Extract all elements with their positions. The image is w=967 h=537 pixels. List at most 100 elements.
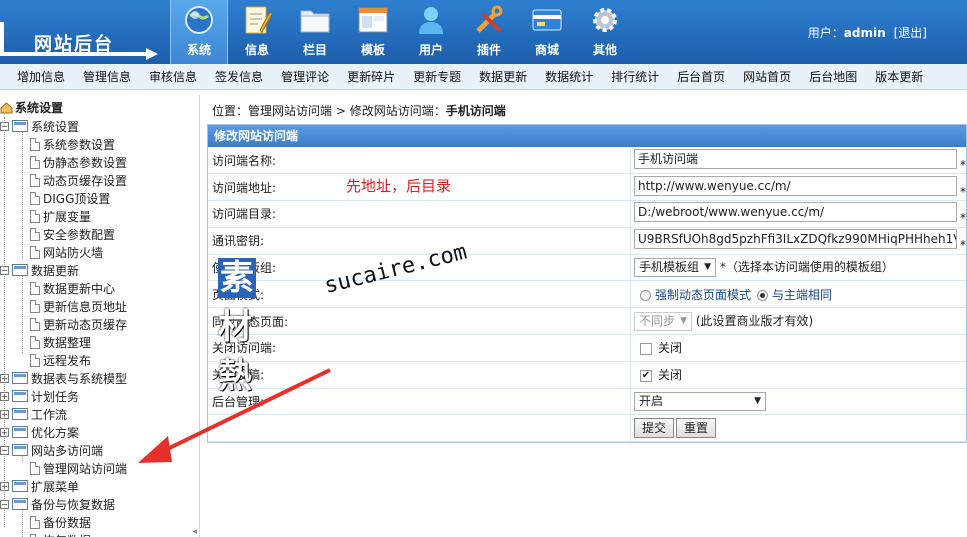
sync-static-select-value: 不同步: [639, 313, 676, 328]
subnav-admin-map[interactable]: 后台地图: [800, 68, 866, 85]
admin-manage-select-value: 开启: [639, 394, 664, 409]
radio-same-as-main-label[interactable]: 与主端相同: [772, 288, 832, 302]
subnav-version-update[interactable]: 版本更新: [866, 68, 932, 85]
sidebar-item[interactable]: + 扩展菜单: [0, 477, 79, 495]
sidebar-item[interactable]: − 数据更新: [0, 261, 79, 279]
subnav-site-home[interactable]: 网站首页: [734, 68, 800, 85]
expand-toggle-icon[interactable]: +: [0, 409, 9, 419]
sync-static-hint: (此设置商业版才有效): [695, 313, 814, 328]
folder-icon: [12, 426, 28, 438]
sidebar-item[interactable]: 数据更新中心: [30, 279, 115, 297]
breadcrumb-link[interactable]: 管理网站访问端: [248, 104, 332, 118]
sidebar-item[interactable]: − 备份与恢复数据: [0, 495, 115, 513]
url-input[interactable]: http://www.wenyue.cc/m/: [634, 175, 957, 196]
expand-toggle-icon[interactable]: +: [0, 481, 9, 491]
radio-same-as-main[interactable]: [757, 289, 769, 301]
subnav-audit-info[interactable]: 审核信息: [140, 68, 206, 85]
sidebar-item[interactable]: 恢复数据: [30, 531, 91, 537]
subnav-sign-info[interactable]: 签发信息: [206, 68, 272, 85]
form-row-url: 访问端地址: http://www.wenyue.cc/m/*: [208, 173, 966, 202]
close-access-option[interactable]: 关闭: [658, 341, 682, 355]
sidebar-item[interactable]: 系统参数设置: [30, 135, 115, 153]
name-input[interactable]: 手机访问端: [634, 148, 957, 169]
sidebar-item[interactable]: 扩展变量: [30, 207, 91, 225]
sidebar-item[interactable]: − 系统设置: [0, 117, 79, 135]
reset-button[interactable]: 重置: [676, 418, 717, 439]
sidebar-item-label: 扩展菜单: [31, 479, 80, 494]
subnav-admin-home[interactable]: 后台首页: [668, 68, 734, 85]
sidebar-item[interactable]: 数据整理: [30, 333, 91, 351]
sidebar-item[interactable]: − 网站多访问端: [0, 441, 103, 459]
scroll-arrow-icon[interactable]: ◂: [192, 527, 197, 537]
dir-input[interactable]: D:/webroot/www.wenyue.cc/m/: [634, 202, 957, 223]
sidebar-item[interactable]: + 工作流: [0, 405, 67, 423]
expand-toggle-icon[interactable]: −: [0, 499, 9, 509]
expand-toggle-icon[interactable]: −: [0, 121, 9, 131]
topnav-system[interactable]: 系统: [170, 0, 228, 64]
page-icon: [30, 281, 40, 295]
sidebar-item[interactable]: 网站防火墙: [30, 243, 103, 261]
subnav-rank-stats[interactable]: 排行统计: [602, 68, 668, 85]
page-icon: [30, 173, 40, 187]
sidebar-item-label: 优化方案: [31, 425, 80, 440]
radio-force-dynamic-label[interactable]: 强制动态页面模式: [655, 288, 751, 302]
sidebar-item[interactable]: 备份数据: [30, 513, 91, 531]
sidebar-item[interactable]: + 计划任务: [0, 387, 79, 405]
sidebar-item-label: 远程发布: [43, 353, 92, 368]
close-submit-option[interactable]: 关闭: [658, 368, 682, 382]
logo: 网站后台: [0, 10, 160, 60]
subnav-update-topic[interactable]: 更新专题: [404, 68, 470, 85]
subnav-update-fragment[interactable]: 更新碎片: [338, 68, 404, 85]
subnav-manage-info[interactable]: 管理信息: [74, 68, 140, 85]
breadcrumb-prefix: 位置：: [212, 104, 249, 118]
gear-icon: [588, 3, 622, 37]
template-select[interactable]: 手机模板组 ▼: [634, 258, 717, 278]
subnav-data-update[interactable]: 数据更新: [470, 68, 536, 85]
logout-link[interactable]: [退出]: [894, 26, 927, 40]
topnav-other[interactable]: 其他: [576, 0, 634, 64]
topnav-template[interactable]: 模板: [344, 0, 402, 64]
sync-static-select[interactable]: 不同步 ▼: [634, 311, 693, 331]
radio-force-dynamic[interactable]: [640, 289, 651, 301]
topnav-column[interactable]: 栏目: [286, 0, 344, 64]
sidebar-item-label: 扩展变量: [43, 209, 92, 224]
expand-toggle-icon[interactable]: +: [0, 391, 9, 401]
folder-icon: [12, 372, 28, 384]
sidebar-item[interactable]: 更新信息页地址: [30, 297, 127, 315]
expand-toggle-icon[interactable]: −: [0, 265, 9, 275]
sidebar-item[interactable]: 伪静态参数设置: [30, 153, 127, 171]
sidebar-item[interactable]: + 优化方案: [0, 423, 79, 441]
form-row-buttons: 提交 重置: [208, 414, 966, 443]
topnav-shop[interactable]: 商城: [518, 0, 576, 64]
topnav-info[interactable]: 信息: [228, 0, 286, 64]
expand-toggle-icon[interactable]: −: [0, 445, 9, 455]
sidebar-item[interactable]: 管理网站访问端: [30, 459, 127, 477]
sidebar-item[interactable]: 安全参数配置: [30, 225, 115, 243]
key-input[interactable]: U9BRSfUOh8gd5pzhFfi3ILxZDQfkz990MHiqPHHh…: [634, 229, 957, 250]
subnav-add-info[interactable]: 增加信息: [8, 68, 74, 85]
sidebar-item-label: 伪静态参数设置: [43, 155, 128, 170]
admin-manage-select[interactable]: 开启 ▼: [634, 392, 766, 412]
subnav-manage-comment[interactable]: 管理评论: [272, 68, 338, 85]
form-row-admin-manage: 后台管理: 开启 ▼: [208, 388, 966, 416]
subnav-data-stats[interactable]: 数据统计: [536, 68, 602, 85]
logo-arrow-head: [146, 48, 158, 60]
top-nav: 系统 信息 栏目 模板 用户 插件 商城 其他: [170, 0, 634, 64]
expand-toggle-icon[interactable]: +: [0, 427, 9, 437]
tree-root[interactable]: 系统设置: [0, 99, 63, 116]
expand-toggle-icon[interactable]: +: [0, 373, 9, 383]
sidebar-item[interactable]: 远程发布: [30, 351, 91, 369]
breadcrumb-sep: >: [332, 104, 350, 118]
topnav-user[interactable]: 用户: [402, 0, 460, 64]
annotation-note: 先地址，后目录: [346, 177, 452, 195]
sidebar-item-label: 备份与恢复数据: [31, 497, 116, 512]
close-submit-checkbox[interactable]: ✔: [640, 369, 652, 382]
sidebar-item[interactable]: 动态页缓存设置: [30, 171, 127, 189]
close-access-checkbox[interactable]: [640, 342, 652, 355]
sidebar-item[interactable]: DIGG顶设置: [30, 189, 110, 207]
sidebar-item-label: 网站多访问端: [31, 443, 104, 458]
submit-button[interactable]: 提交: [634, 418, 675, 439]
topnav-plugin[interactable]: 插件: [460, 0, 518, 64]
sidebar-item[interactable]: + 数据表与系统模型: [0, 369, 127, 387]
sidebar-item[interactable]: 更新动态页缓存: [30, 315, 127, 333]
